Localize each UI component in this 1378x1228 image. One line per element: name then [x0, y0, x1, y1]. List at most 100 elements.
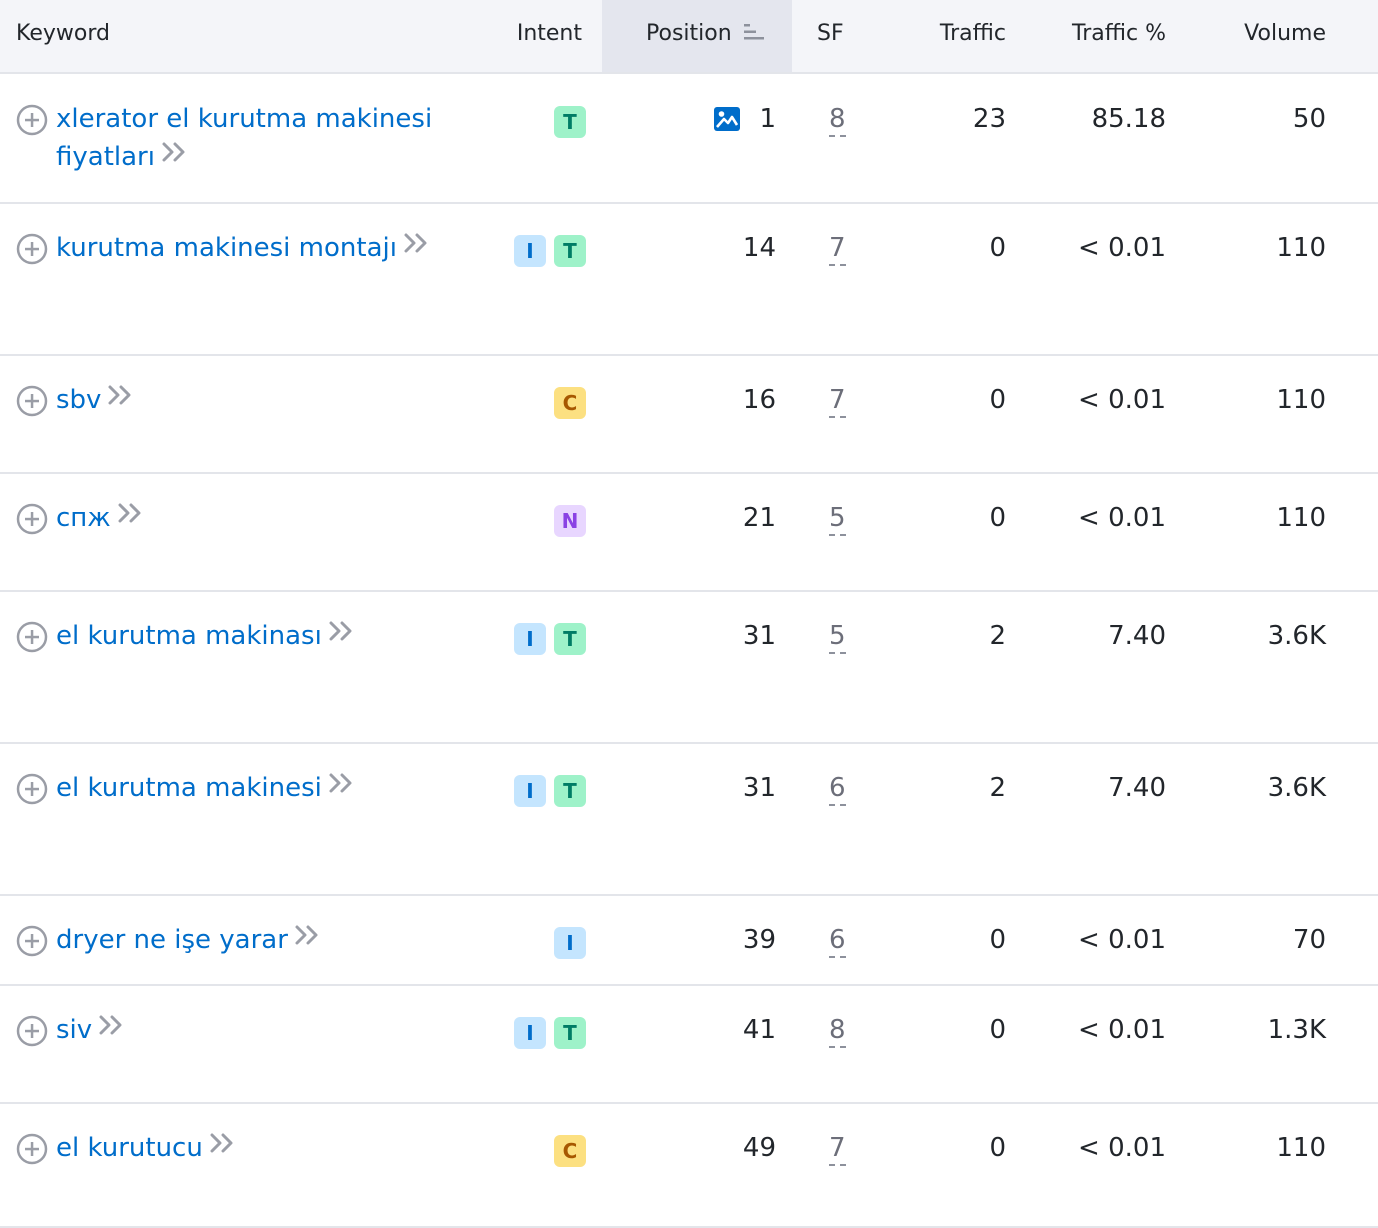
position-value: 39: [742, 925, 776, 955]
intent-cell: T: [554, 106, 586, 138]
header-position-label: Position: [646, 21, 732, 46]
header-traffic-pct[interactable]: Traffic %: [1072, 0, 1166, 72]
header-sf[interactable]: SF: [817, 0, 844, 72]
add-to-list-icon[interactable]: [16, 1133, 48, 1165]
position-cell: 14: [743, 229, 776, 267]
keyword-details-chevron-icon[interactable]: [328, 616, 354, 654]
serp-features-count[interactable]: 8: [829, 103, 846, 137]
intent-cell: I: [554, 927, 586, 959]
traffic-value: 0: [989, 233, 1006, 263]
add-to-list-icon[interactable]: [16, 1015, 48, 1047]
serp-features-count[interactable]: 5: [829, 502, 846, 536]
add-to-list-icon[interactable]: [16, 104, 48, 136]
keyword-cell: kurutma makinesi montajı: [56, 229, 456, 267]
keyword-link[interactable]: el kurutma makinesi: [56, 773, 322, 803]
add-to-list-icon[interactable]: [16, 621, 48, 653]
keyword-details-chevron-icon[interactable]: [107, 380, 133, 418]
keyword-details-chevron-icon[interactable]: [294, 920, 320, 958]
intent-badge[interactable]: I: [514, 1017, 546, 1049]
traffic-value: 2: [989, 773, 1006, 803]
add-to-list-icon[interactable]: [16, 503, 48, 535]
position-cell: 16: [743, 381, 776, 419]
intent-badge[interactable]: I: [554, 927, 586, 959]
keyword-link[interactable]: спж: [56, 503, 111, 533]
serp-features-count[interactable]: 6: [829, 924, 846, 958]
table-row: sbv C 16 7 0 < 0.01 110: [0, 355, 1378, 474]
traffic-value: 0: [989, 1133, 1006, 1163]
position-value: 31: [742, 773, 776, 803]
keyword-link[interactable]: dryer ne işe yarar: [56, 925, 288, 955]
add-to-list-icon[interactable]: [16, 233, 48, 265]
keyword-details-chevron-icon[interactable]: [161, 137, 187, 175]
keyword-link[interactable]: sbv: [56, 385, 101, 415]
intent-badge[interactable]: T: [554, 235, 586, 267]
traffic-pct-value: < 0.01: [1078, 233, 1166, 263]
intent-badge[interactable]: I: [514, 775, 546, 807]
intent-badge[interactable]: I: [514, 235, 546, 267]
header-volume[interactable]: Volume: [1244, 0, 1326, 72]
keyword-link[interactable]: el kurutma makinası: [56, 621, 322, 651]
position-value: 21: [742, 503, 776, 533]
keyword-details-chevron-icon[interactable]: [328, 768, 354, 806]
serp-features-count[interactable]: 5: [829, 620, 846, 654]
intent-cell: IT: [514, 235, 586, 267]
position-value: 16: [742, 385, 776, 415]
volume-value: 110: [1276, 1133, 1326, 1163]
position-cell: 39: [743, 921, 776, 959]
intent-badge[interactable]: T: [554, 106, 586, 138]
intent-badge[interactable]: C: [554, 1135, 586, 1167]
intent-badge[interactable]: N: [554, 505, 586, 537]
keyword-details-chevron-icon[interactable]: [403, 228, 429, 266]
traffic-pct-value: 7.40: [1108, 621, 1166, 651]
keyword-link[interactable]: el kurutucu: [56, 1133, 203, 1163]
position-value: 1: [759, 104, 776, 134]
add-to-list-icon[interactable]: [16, 385, 48, 417]
keyword-link[interactable]: siv: [56, 1015, 92, 1045]
intent-badge[interactable]: T: [554, 1017, 586, 1049]
serp-features-count[interactable]: 7: [829, 384, 846, 418]
position-cell: 41: [743, 1011, 776, 1049]
header-intent[interactable]: Intent: [517, 0, 582, 72]
serp-features-count[interactable]: 7: [829, 232, 846, 266]
table-row: el kurutucu C 49 7 0 < 0.01 110: [0, 1103, 1378, 1228]
intent-badge[interactable]: C: [554, 387, 586, 419]
keyword-cell: xlerator el kurutma makinesi fiyatları: [56, 100, 456, 176]
position-cell: 49: [743, 1129, 776, 1167]
sort-ascending-icon[interactable]: [742, 22, 766, 42]
table-row: kurutma makinesi montajı I T 14 7 0 < 0.01 110: [0, 203, 1378, 356]
add-to-list-icon[interactable]: [16, 925, 48, 957]
keyword-link[interactable]: xlerator el kurutma makinesi fiyatları: [56, 104, 432, 172]
header-position[interactable]: Position: [646, 0, 766, 72]
keyword-link[interactable]: kurutma makinesi montajı: [56, 233, 397, 263]
traffic-pct-value: < 0.01: [1078, 925, 1166, 955]
keyword-cell: el kurutucu: [56, 1129, 456, 1167]
keyword-details-chevron-icon[interactable]: [209, 1128, 235, 1166]
serp-features-count[interactable]: 7: [829, 1132, 846, 1166]
traffic-pct-value: 85.18: [1091, 104, 1166, 134]
intent-cell: IT: [514, 623, 586, 655]
volume-value: 3.6K: [1267, 621, 1326, 651]
position-value: 41: [742, 1015, 776, 1045]
image-icon[interactable]: [713, 106, 741, 132]
volume-value: 70: [1292, 925, 1326, 955]
intent-badge[interactable]: I: [514, 623, 546, 655]
intent-cell: N: [554, 505, 586, 537]
serp-features-count[interactable]: 8: [829, 1014, 846, 1048]
keyword-details-chevron-icon[interactable]: [98, 1010, 124, 1048]
serp-features-count[interactable]: 6: [829, 772, 846, 806]
keyword-cell: dryer ne işe yarar: [56, 921, 456, 959]
position-cell: 31: [743, 769, 776, 807]
header-traffic[interactable]: Traffic: [940, 0, 1006, 72]
traffic-pct-value: < 0.01: [1078, 385, 1166, 415]
table-row: el kurutma makinesi I T 31 6 2 7.40 3.6K: [0, 743, 1378, 896]
intent-badge[interactable]: T: [554, 775, 586, 807]
add-to-list-icon[interactable]: [16, 773, 48, 805]
volume-value: 50: [1292, 104, 1326, 134]
traffic-pct-value: < 0.01: [1078, 1133, 1166, 1163]
keyword-details-chevron-icon[interactable]: [117, 498, 143, 536]
volume-value: 110: [1276, 233, 1326, 263]
table-header: Keyword Intent Position SF Traffic Traff…: [0, 0, 1378, 74]
intent-badge[interactable]: T: [554, 623, 586, 655]
header-keyword[interactable]: Keyword: [16, 0, 110, 72]
volume-value: 110: [1276, 385, 1326, 415]
